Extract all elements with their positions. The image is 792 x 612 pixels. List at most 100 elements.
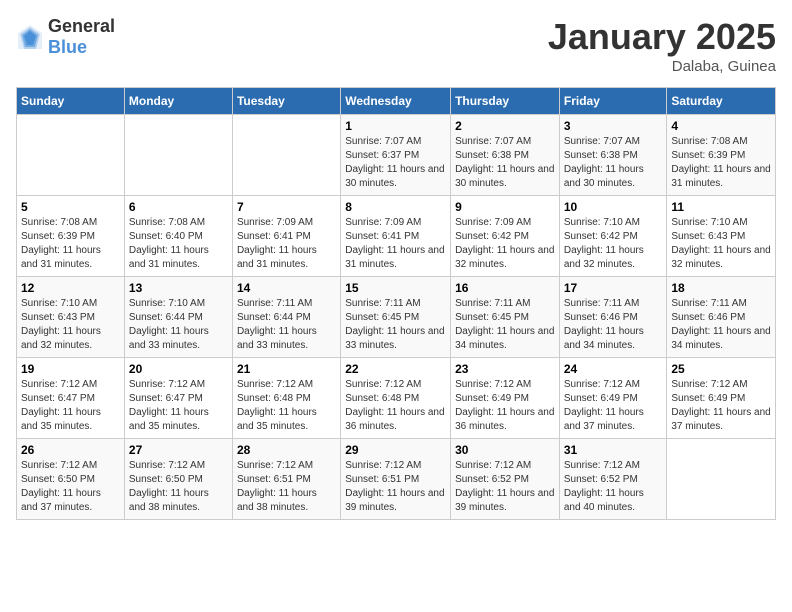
calendar-day-cell: 7 Sunrise: 7:09 AM Sunset: 6:41 PM Daylig… — [232, 196, 340, 277]
day-info: Sunrise: 7:12 AM Sunset: 6:49 PM Dayligh… — [564, 378, 663, 434]
day-info: Sunrise: 7:07 AM Sunset: 6:38 PM Dayligh… — [455, 135, 555, 191]
day-number: 10 — [564, 200, 663, 214]
calendar-week-row: 12 Sunrise: 7:10 AM Sunset: 6:43 PM Dayli… — [17, 277, 776, 358]
calendar-day-cell: 30 Sunrise: 7:12 AM Sunset: 6:52 PM Dayli… — [451, 439, 560, 520]
day-info: Sunrise: 7:10 AM Sunset: 6:44 PM Dayligh… — [129, 297, 228, 353]
day-info: Sunrise: 7:09 AM Sunset: 6:42 PM Dayligh… — [455, 216, 555, 272]
weekday-header-cell: Friday — [559, 88, 667, 115]
calendar-day-cell: 24Sunrise: 7:12 AM Sunset: 6:49 PM Dayli… — [559, 358, 667, 439]
day-info: Sunrise: 7:10 AM Sunset: 6:43 PM Dayligh… — [671, 216, 771, 272]
day-info: Sunrise: 7:09 AM Sunset: 6:41 PM Dayligh… — [237, 216, 336, 272]
weekday-header-cell: Sunday — [17, 88, 125, 115]
calendar-day-cell: 8 Sunrise: 7:09 AM Sunset: 6:41 PM Daylig… — [341, 196, 451, 277]
logo-text: General Blue — [48, 16, 115, 58]
day-info: Sunrise: 7:07 AM Sunset: 6:37 PM Dayligh… — [345, 135, 446, 191]
day-info: Sunrise: 7:08 AM Sunset: 6:39 PM Dayligh… — [21, 216, 120, 272]
calendar-day-cell: 18Sunrise: 7:11 AM Sunset: 6:46 PM Dayli… — [667, 277, 776, 358]
day-number: 16 — [455, 281, 555, 295]
day-info: Sunrise: 7:12 AM Sunset: 6:48 PM Dayligh… — [345, 378, 446, 434]
day-number: 26 — [21, 443, 120, 457]
day-number: 20 — [129, 362, 228, 376]
day-number: 2 — [455, 119, 555, 133]
calendar-title: January 2025 — [548, 16, 776, 58]
day-number: 25 — [671, 362, 771, 376]
logo: General Blue — [16, 16, 115, 58]
day-number: 19 — [21, 362, 120, 376]
day-number: 3 — [564, 119, 663, 133]
day-number: 13 — [129, 281, 228, 295]
calendar-day-cell — [124, 115, 232, 196]
calendar-body: 1 Sunrise: 7:07 AM Sunset: 6:37 PM Daylig… — [17, 115, 776, 520]
day-info: Sunrise: 7:10 AM Sunset: 6:42 PM Dayligh… — [564, 216, 663, 272]
calendar-day-cell: 21 Sunrise: 7:12 AM Sunset: 6:48 PM Dayli… — [232, 358, 340, 439]
calendar-day-cell: 11 Sunrise: 7:10 AM Sunset: 6:43 PM Dayli… — [667, 196, 776, 277]
day-number: 22 — [345, 362, 446, 376]
day-info: Sunrise: 7:12 AM Sunset: 6:48 PM Dayligh… — [237, 378, 336, 434]
logo-icon — [16, 23, 44, 51]
day-info: Sunrise: 7:12 AM Sunset: 6:47 PM Dayligh… — [129, 378, 228, 434]
day-info: Sunrise: 7:12 AM Sunset: 6:51 PM Dayligh… — [237, 459, 336, 515]
day-number: 5 — [21, 200, 120, 214]
day-number: 29 — [345, 443, 446, 457]
logo-blue: Blue — [48, 37, 87, 57]
day-number: 28 — [237, 443, 336, 457]
weekday-header-row: SundayMondayTuesdayWednesdayThursdayFrid… — [17, 88, 776, 115]
title-block: January 2025 Dalaba, Guinea — [548, 16, 776, 75]
calendar-day-cell: 4Sunrise: 7:08 AM Sunset: 6:39 PM Daylig… — [667, 115, 776, 196]
calendar-week-row: 1 Sunrise: 7:07 AM Sunset: 6:37 PM Daylig… — [17, 115, 776, 196]
day-info: Sunrise: 7:11 AM Sunset: 6:45 PM Dayligh… — [455, 297, 555, 353]
calendar-day-cell: 23Sunrise: 7:12 AM Sunset: 6:49 PM Dayli… — [451, 358, 560, 439]
calendar-location: Dalaba, Guinea — [548, 58, 776, 75]
calendar-day-cell — [17, 115, 125, 196]
calendar-day-cell: 19 Sunrise: 7:12 AM Sunset: 6:47 PM Dayli… — [17, 358, 125, 439]
calendar-day-cell — [232, 115, 340, 196]
calendar-day-cell: 29Sunrise: 7:12 AM Sunset: 6:51 PM Dayli… — [341, 439, 451, 520]
day-number: 14 — [237, 281, 336, 295]
weekday-header-cell: Wednesday — [341, 88, 451, 115]
day-number: 9 — [455, 200, 555, 214]
day-info: Sunrise: 7:11 AM Sunset: 6:45 PM Dayligh… — [345, 297, 446, 353]
day-number: 1 — [345, 119, 446, 133]
weekday-header-cell: Thursday — [451, 88, 560, 115]
calendar-day-cell: 2 Sunrise: 7:07 AM Sunset: 6:38 PM Daylig… — [451, 115, 560, 196]
day-info: Sunrise: 7:07 AM Sunset: 6:38 PM Dayligh… — [564, 135, 663, 191]
calendar-day-cell: 14Sunrise: 7:11 AM Sunset: 6:44 PM Dayli… — [232, 277, 340, 358]
calendar-week-row: 5 Sunrise: 7:08 AM Sunset: 6:39 PM Daylig… — [17, 196, 776, 277]
calendar-day-cell: 27Sunrise: 7:12 AM Sunset: 6:50 PM Dayli… — [124, 439, 232, 520]
day-info: Sunrise: 7:10 AM Sunset: 6:43 PM Dayligh… — [21, 297, 120, 353]
calendar-day-cell: 6Sunrise: 7:08 AM Sunset: 6:40 PM Daylig… — [124, 196, 232, 277]
day-info: Sunrise: 7:12 AM Sunset: 6:52 PM Dayligh… — [455, 459, 555, 515]
calendar-day-cell: 12 Sunrise: 7:10 AM Sunset: 6:43 PM Dayli… — [17, 277, 125, 358]
calendar-day-cell: 3 Sunrise: 7:07 AM Sunset: 6:38 PM Daylig… — [559, 115, 667, 196]
day-number: 7 — [237, 200, 336, 214]
calendar-day-cell: 13 Sunrise: 7:10 AM Sunset: 6:44 PM Dayli… — [124, 277, 232, 358]
day-number: 21 — [237, 362, 336, 376]
day-info: Sunrise: 7:12 AM Sunset: 6:52 PM Dayligh… — [564, 459, 663, 515]
calendar-day-cell: 20 Sunrise: 7:12 AM Sunset: 6:47 PM Dayli… — [124, 358, 232, 439]
calendar-table: SundayMondayTuesdayWednesdayThursdayFrid… — [16, 87, 776, 520]
calendar-day-cell: 25Sunrise: 7:12 AM Sunset: 6:49 PM Dayli… — [667, 358, 776, 439]
day-info: Sunrise: 7:11 AM Sunset: 6:46 PM Dayligh… — [671, 297, 771, 353]
calendar-day-cell: 1 Sunrise: 7:07 AM Sunset: 6:37 PM Daylig… — [341, 115, 451, 196]
day-number: 11 — [671, 200, 771, 214]
day-info: Sunrise: 7:08 AM Sunset: 6:39 PM Dayligh… — [671, 135, 771, 191]
day-info: Sunrise: 7:09 AM Sunset: 6:41 PM Dayligh… — [345, 216, 446, 272]
calendar-day-cell: 16 Sunrise: 7:11 AM Sunset: 6:45 PM Dayli… — [451, 277, 560, 358]
day-info: Sunrise: 7:12 AM Sunset: 6:50 PM Dayligh… — [21, 459, 120, 515]
day-number: 8 — [345, 200, 446, 214]
weekday-header-cell: Monday — [124, 88, 232, 115]
day-number: 30 — [455, 443, 555, 457]
calendar-day-cell: 22 Sunrise: 7:12 AM Sunset: 6:48 PM Dayli… — [341, 358, 451, 439]
day-info: Sunrise: 7:12 AM Sunset: 6:47 PM Dayligh… — [21, 378, 120, 434]
weekday-header-cell: Tuesday — [232, 88, 340, 115]
day-number: 12 — [21, 281, 120, 295]
calendar-week-row: 19 Sunrise: 7:12 AM Sunset: 6:47 PM Dayli… — [17, 358, 776, 439]
day-number: 27 — [129, 443, 228, 457]
logo-general: General — [48, 16, 115, 36]
calendar-day-cell: 10 Sunrise: 7:10 AM Sunset: 6:42 PM Dayli… — [559, 196, 667, 277]
day-number: 31 — [564, 443, 663, 457]
day-info: Sunrise: 7:11 AM Sunset: 6:46 PM Dayligh… — [564, 297, 663, 353]
calendar-week-row: 26 Sunrise: 7:12 AM Sunset: 6:50 PM Dayli… — [17, 439, 776, 520]
calendar-day-cell: 26 Sunrise: 7:12 AM Sunset: 6:50 PM Dayli… — [17, 439, 125, 520]
day-number: 6 — [129, 200, 228, 214]
